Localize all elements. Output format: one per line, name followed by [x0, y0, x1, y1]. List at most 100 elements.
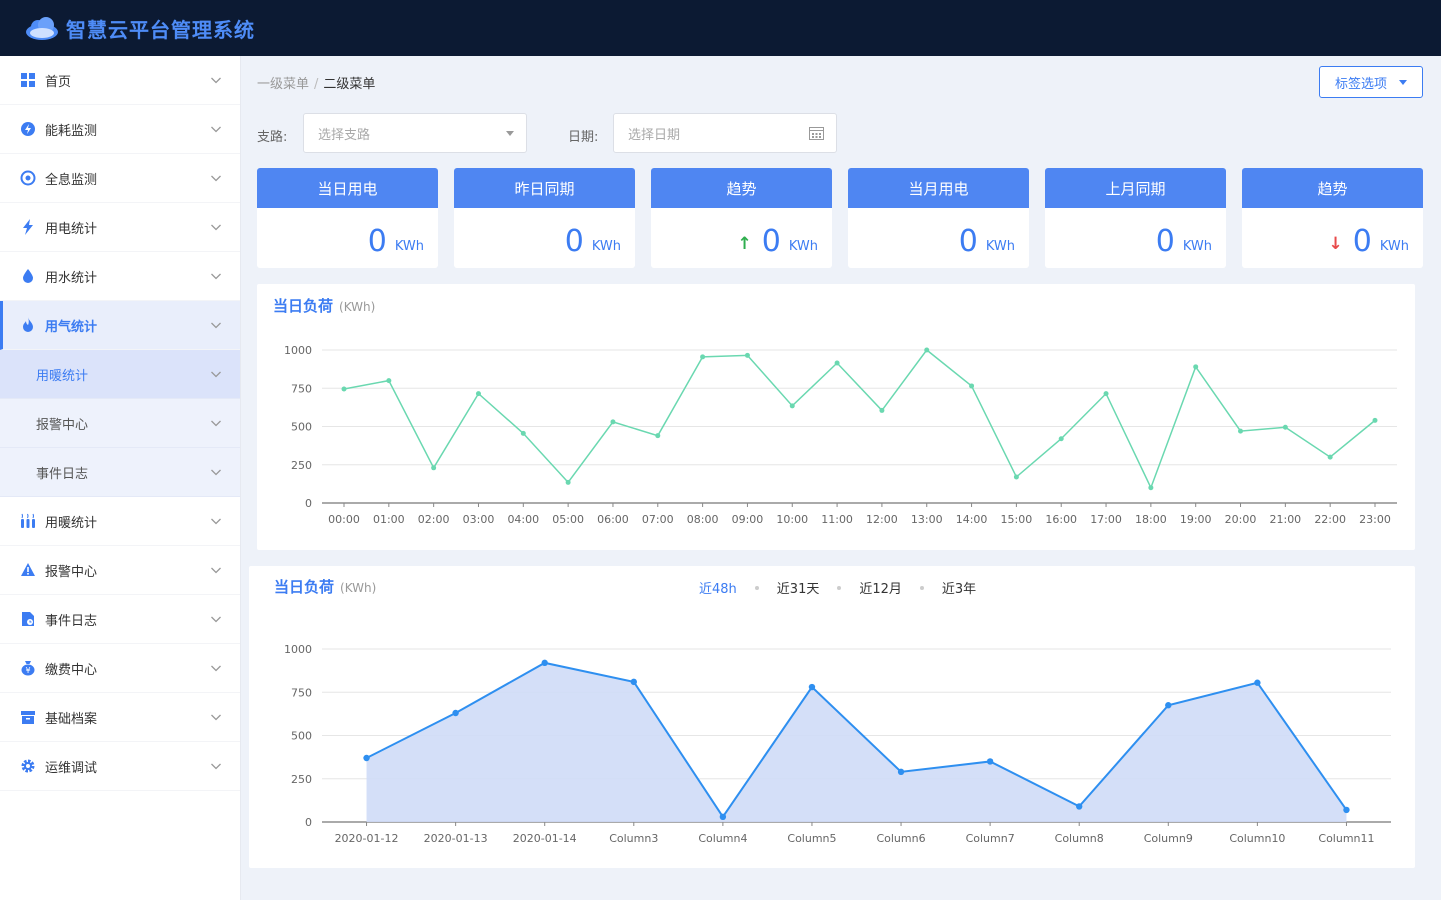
data-point[interactable]	[897, 768, 905, 776]
chevron-down-icon	[211, 469, 221, 476]
chevron-down-icon	[211, 616, 221, 623]
data-point[interactable]	[630, 678, 637, 686]
data-point[interactable]	[1327, 454, 1333, 460]
stat-cards: 当日用电 0 KWh 昨日同期 0 KWh 趋势 ↑ 0 KWh 当月用电 0 KWh 上月同期 0 KWh 趋…	[257, 168, 1423, 268]
stat-card-1: 昨日同期 0 KWh	[454, 168, 635, 268]
sidebar-item-2[interactable]: 全息监测	[0, 154, 240, 203]
data-point[interactable]	[610, 419, 616, 425]
sidebar-item-4[interactable]: 用水统计	[0, 252, 240, 301]
data-point[interactable]	[719, 813, 727, 821]
sidebar-item-label: 用气统计	[45, 319, 98, 335]
sidebar-submenu: 用暖统计报警中心事件日志	[0, 350, 240, 497]
submenu-item-label: 报警中心	[36, 417, 89, 433]
data-point[interactable]	[924, 347, 930, 353]
data-point[interactable]	[475, 391, 481, 397]
data-point[interactable]	[341, 386, 347, 392]
chevron-down-icon	[211, 126, 221, 133]
data-point[interactable]	[1282, 424, 1288, 430]
sidebar-item-label: 能耗监测	[45, 123, 98, 139]
branch-label: 支路:	[257, 130, 288, 145]
data-point[interactable]	[386, 378, 392, 384]
date-picker[interactable]: 选择日期	[613, 113, 837, 153]
stat-card-unit: KWh	[591, 239, 621, 254]
sidebar-item-5[interactable]: 用气统计	[0, 301, 240, 350]
data-point[interactable]	[1148, 485, 1154, 491]
breadcrumb: 一级菜单 / 二级菜单	[257, 73, 375, 92]
data-point[interactable]	[452, 709, 459, 717]
sidebar-item-9[interactable]: ¥ 缴费中心	[0, 644, 240, 693]
sidebar-item-label: 用暖统计	[45, 515, 98, 531]
stat-card-unit: KWh	[788, 239, 818, 254]
submenu-item-1[interactable]: 报警中心	[0, 399, 240, 448]
stat-card-title: 当月用电	[848, 168, 1029, 208]
data-point[interactable]	[565, 479, 571, 485]
submenu-item-label: 用暖统计	[36, 368, 89, 384]
data-point[interactable]	[363, 754, 370, 762]
sidebar-item-0[interactable]: 首页	[0, 56, 240, 105]
sidebar-item-7[interactable]: 报警中心	[0, 546, 240, 595]
data-point[interactable]	[1076, 803, 1083, 810]
sidebar-item-3[interactable]: 用电统计	[0, 203, 240, 252]
x-tick-label: 10:00	[776, 513, 808, 526]
submenu-item-0[interactable]: 用暖统计	[0, 350, 240, 399]
x-tick-label: Column9	[1144, 832, 1193, 845]
data-point[interactable]	[1165, 702, 1172, 709]
sidebar-item-6[interactable]: 用暖统计	[0, 497, 240, 546]
data-point[interactable]	[1238, 428, 1244, 434]
data-point[interactable]	[1343, 806, 1350, 814]
data-point[interactable]	[520, 430, 526, 436]
data-point[interactable]	[1103, 391, 1109, 397]
stat-card-title: 趋势	[651, 168, 832, 208]
data-point[interactable]	[808, 683, 816, 691]
x-tick-label: 08:00	[687, 513, 719, 526]
data-point[interactable]	[969, 383, 975, 389]
archive-icon	[20, 709, 36, 725]
data-point[interactable]	[431, 465, 437, 471]
stat-card-2: 趋势 ↑ 0 KWh	[651, 168, 832, 268]
x-tick-label: Column5	[787, 832, 836, 845]
data-point[interactable]	[1372, 417, 1378, 423]
tag-options-button[interactable]: 标签选项	[1319, 66, 1423, 98]
data-point[interactable]	[1193, 364, 1199, 370]
calendar-icon	[809, 127, 824, 140]
data-point[interactable]	[1013, 474, 1019, 480]
branch-select[interactable]: 选择支路	[303, 113, 527, 153]
sidebar-item-1[interactable]: 能耗监测	[0, 105, 240, 154]
x-tick-label: 09:00	[732, 513, 764, 526]
sidebar-item-11[interactable]: 运维调试	[0, 742, 240, 791]
x-tick-label: 2020-01-12	[335, 832, 399, 845]
data-point[interactable]	[655, 433, 661, 439]
x-tick-label: 13:00	[911, 513, 943, 526]
data-point[interactable]	[700, 354, 706, 360]
data-point[interactable]	[789, 403, 795, 409]
data-point[interactable]	[986, 758, 994, 765]
data-point[interactable]	[834, 360, 840, 366]
data-point[interactable]	[744, 352, 750, 358]
tag-options-label: 标签选项	[1334, 76, 1387, 92]
sidebar-item-8[interactable]: 事件日志	[0, 595, 240, 644]
trend-up-arrow-icon: ↑	[737, 234, 752, 254]
x-tick-label: 04:00	[507, 513, 539, 526]
chevron-down-icon	[211, 420, 221, 427]
data-point[interactable]	[1254, 679, 1261, 686]
data-point[interactable]	[1058, 436, 1064, 442]
x-tick-label: 01:00	[373, 513, 405, 526]
y-tick-label: 750	[291, 686, 312, 699]
x-tick-label: 17:00	[1090, 513, 1122, 526]
data-point[interactable]	[879, 407, 885, 413]
stat-card-3: 当月用电 0 KWh	[848, 168, 1029, 268]
data-point[interactable]	[541, 659, 548, 667]
stat-card-value: 0	[1352, 224, 1372, 259]
submenu-item-2[interactable]: 事件日志	[0, 448, 240, 497]
breadcrumb-level1[interactable]: 一级菜单	[257, 77, 309, 92]
flame-icon	[20, 317, 36, 333]
heater-icon	[20, 513, 36, 529]
x-tick-label: 19:00	[1180, 513, 1212, 526]
breadcrumb-level2: 二级菜单	[323, 77, 376, 92]
energy-icon	[20, 121, 36, 137]
chevron-down-icon	[211, 567, 221, 574]
stat-card-value: 0	[367, 224, 387, 259]
trend-down-arrow-icon: ↓	[1328, 234, 1343, 254]
sidebar-item-10[interactable]: 基础档案	[0, 693, 240, 742]
chevron-down-icon	[211, 518, 221, 525]
